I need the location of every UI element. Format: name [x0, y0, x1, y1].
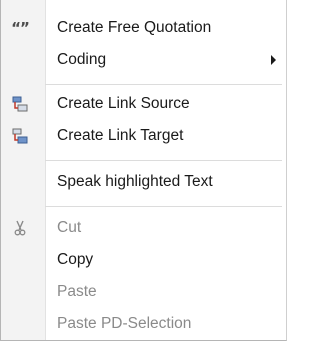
menu-item-label: Coding [57, 51, 107, 68]
menu-separator [45, 160, 282, 161]
link-source-icon [12, 96, 28, 112]
menu-item-create-link-target[interactable]: Create Link Target [1, 120, 286, 152]
menu-item-label: Speak highlighted Text [57, 173, 213, 190]
menu-item-create-link-source[interactable]: Create Link Source [1, 88, 286, 120]
menu-item-label: Create Free Quotation [57, 19, 212, 36]
context-menu: “” Create Free Quotation Coding Create L… [0, 0, 287, 341]
menu-item-copy[interactable]: Copy [1, 244, 286, 276]
menu-item-create-free-quotation[interactable]: “” Create Free Quotation [1, 12, 286, 44]
menu-item-speak-highlighted-text[interactable]: Speak highlighted Text [1, 166, 286, 198]
menu-separator [45, 84, 282, 85]
menu-item-label: Paste [57, 283, 97, 300]
menu-item-label: Create Link Target [57, 127, 184, 144]
scissors-icon [12, 220, 28, 236]
link-target-icon [12, 128, 28, 144]
menu-item-label: Create Link Source [57, 95, 190, 112]
menu-item-label: Copy [57, 251, 94, 268]
menu-item-label: Paste PD-Selection [57, 315, 192, 332]
menu-item-label: Cut [57, 219, 82, 236]
menu-item-coding[interactable]: Coding [1, 44, 286, 76]
menu-item-paste[interactable]: Paste [1, 276, 286, 308]
quote-icon: “” [11, 19, 30, 37]
menu-separator [45, 206, 282, 207]
menu-item-cut[interactable]: Cut [1, 212, 286, 244]
submenu-arrow-icon [271, 55, 276, 65]
menu-item-paste-pd-selection[interactable]: Paste PD-Selection [1, 308, 286, 340]
